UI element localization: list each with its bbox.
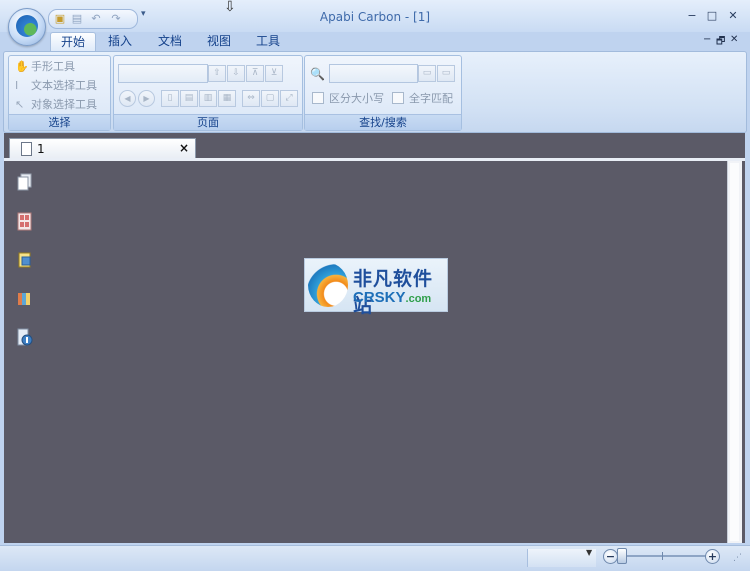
zoom-in-button[interactable]: + (705, 549, 720, 564)
status-bar (0, 545, 750, 571)
apabi-logo-icon (16, 15, 38, 37)
fit-page-icon[interactable]: ▢ (261, 90, 279, 107)
document-page-icon (21, 142, 32, 156)
case-sensitive-checkbox[interactable]: 区分大小写 (312, 92, 384, 106)
group-select-label: 选择 (9, 114, 110, 130)
continuous-facing-icon[interactable]: ▦ (218, 90, 236, 107)
last-page-icon[interactable]: ⊻ (265, 65, 283, 82)
bookmarks-icon[interactable] (16, 290, 33, 309)
object-select-tool-label: 对象选择工具 (31, 98, 97, 111)
window-title: Apabi Carbon - [1] (319, 10, 431, 24)
zoom-slider-center-tick (662, 552, 663, 560)
doc-close-button[interactable]: ✕ (730, 34, 738, 45)
page-number-input[interactable] (118, 64, 208, 83)
document-tab[interactable]: 1 × (9, 138, 196, 159)
tab-document[interactable]: 文档 (150, 32, 190, 51)
object-select-tool[interactable]: ↖ 对象选择工具 (15, 96, 97, 114)
watermark-en-suffix: .com (405, 293, 432, 305)
prev-page-icon[interactable]: ⇩ (227, 65, 245, 82)
scrollbar-track[interactable] (730, 163, 739, 541)
next-page-icon[interactable]: ⊼ (246, 65, 264, 82)
checkbox-box (392, 92, 404, 104)
facing-pages-icon[interactable]: ▥ (199, 90, 217, 107)
properties-icon[interactable] (16, 328, 33, 347)
document-tab-label: 1 (37, 142, 45, 156)
maximize-button[interactable]: □ (704, 9, 720, 22)
tab-insert[interactable]: 插入 (100, 32, 140, 51)
continuous-page-icon[interactable]: ▤ (180, 90, 198, 107)
pages-icon[interactable] (16, 173, 33, 192)
tab-tools[interactable]: 工具 (248, 32, 288, 51)
text-select-tool[interactable]: I 文本选择工具 (15, 77, 97, 95)
hand-icon: ✋ (15, 60, 29, 73)
single-page-icon[interactable]: ▯ (161, 90, 179, 107)
title-bar: ▣ ▤ ↶ ↷ ▾ ⇩ Apabi Carbon - [1] − □ ✕ (0, 0, 750, 32)
document-viewer[interactable] (4, 161, 725, 543)
group-find-label: 查找/搜索 (305, 114, 461, 130)
doc-minimize-button[interactable]: − (703, 34, 711, 45)
hand-tool-label: 手形工具 (31, 60, 75, 73)
text-cursor-icon: I (15, 79, 19, 92)
forward-icon[interactable]: ▶ (138, 90, 155, 107)
group-find: 🔍 ▭ ▭ 区分大小写 全字匹配 查找/搜索 (304, 55, 462, 131)
resize-grip-icon[interactable]: ⋰ (733, 553, 742, 563)
minimize-button[interactable]: − (684, 9, 700, 22)
whole-word-checkbox[interactable]: 全字匹配 (392, 92, 453, 106)
application-menu-button[interactable] (8, 8, 46, 46)
whole-word-label: 全字匹配 (409, 92, 453, 105)
group-page: ⇧ ⇩ ⊼ ⊻ ◀ ▶ ▯ ▤ ▥ ▦ ⇔ ▢ ⤢ 页面 (113, 55, 303, 131)
find-prev-icon[interactable]: ▭ (418, 65, 436, 82)
group-select: ✋ 手形工具 I 文本选择工具 ↖ 对象选择工具 选择 (8, 55, 111, 131)
zoom-out-button[interactable]: − (603, 549, 618, 564)
watermark-en-text: CRSKY.com (353, 289, 431, 306)
doc-restore-button[interactable]: 🗗 (716, 34, 725, 51)
vertical-scrollbar[interactable] (727, 161, 742, 543)
zoom-slider-thumb[interactable] (617, 548, 627, 564)
group-page-label: 页面 (114, 114, 302, 130)
find-icon[interactable]: 🔍 (310, 67, 326, 82)
attachments-icon[interactable] (16, 251, 33, 270)
ribbon-panel: ✋ 手形工具 I 文本选择工具 ↖ 对象选择工具 选择 ⇧ ⇩ ⊼ ⊻ ◀ ▶ ▯ ▤… (3, 51, 747, 133)
watermark-en-main: CRSKY (353, 289, 406, 306)
watermark-logo: 非凡软件站 CRSKY.com (304, 258, 448, 317)
search-input[interactable] (329, 64, 418, 83)
hand-tool[interactable]: ✋ 手形工具 (15, 58, 75, 76)
arrow-pointer-icon: ↖ (15, 98, 25, 111)
chevron-down-icon[interactable]: ▼ (586, 548, 592, 557)
document-tab-close-button[interactable]: × (179, 141, 189, 155)
zoom-slider-track[interactable] (621, 555, 707, 557)
tab-home[interactable]: 开始 (50, 32, 96, 53)
actual-size-icon[interactable]: ⤢ (280, 90, 298, 107)
tab-view[interactable]: 视图 (199, 32, 239, 51)
first-page-icon[interactable]: ⇧ (208, 65, 226, 82)
crsky-logo-icon (308, 263, 348, 307)
checkbox-box (312, 92, 324, 104)
text-select-tool-label: 文本选择工具 (31, 79, 97, 92)
close-button[interactable]: ✕ (725, 9, 741, 22)
ribbon-tab-bar: 开始 插入 文档 视图 工具 (0, 32, 750, 53)
back-icon[interactable]: ◀ (119, 90, 136, 107)
case-sensitive-label: 区分大小写 (329, 92, 384, 105)
thumbnails-icon[interactable] (16, 212, 33, 231)
fit-width-icon[interactable]: ⇔ (242, 90, 260, 107)
find-next-icon[interactable]: ▭ (437, 65, 455, 82)
